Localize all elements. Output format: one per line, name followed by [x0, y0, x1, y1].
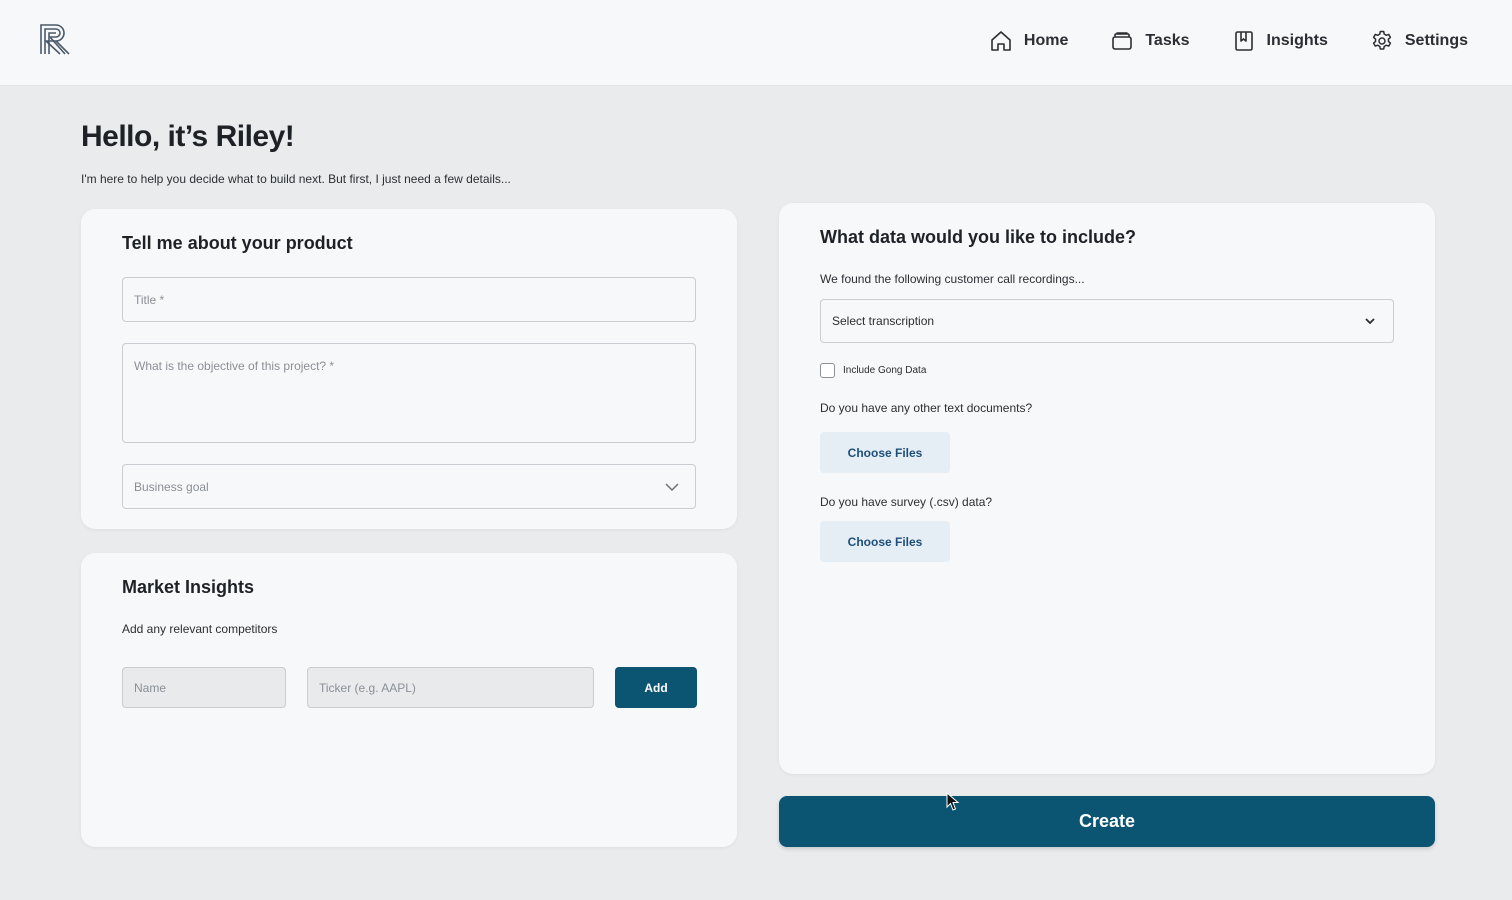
nav-insights[interactable]: Insights: [1232, 27, 1328, 55]
r-logo-icon[interactable]: [38, 22, 72, 56]
page-title: Hello, it’s Riley!: [81, 120, 295, 153]
add-competitor-button[interactable]: Add: [615, 667, 697, 708]
gong-data-label: Include Gong Data: [843, 365, 927, 376]
choose-text-files-button[interactable]: Choose Files: [820, 432, 950, 473]
chevron-down-icon: [665, 482, 679, 491]
top-navigation-bar: Home Tasks Insights Settings: [0, 0, 1512, 86]
choose-survey-files-button[interactable]: Choose Files: [820, 521, 950, 562]
competitor-ticker-input[interactable]: Ticker (e.g. AAPL): [307, 667, 594, 708]
survey-label: Do you have survey (.csv) data?: [820, 495, 993, 509]
nav-settings-label: Settings: [1404, 32, 1468, 49]
book-icon: [1234, 31, 1253, 51]
objective-textarea-placeholder: What is the objective of this project? *: [134, 359, 335, 373]
competitors-label: Add any relevant competitors: [122, 622, 278, 636]
create-button[interactable]: Create: [779, 796, 1435, 847]
gong-data-checkbox[interactable]: [820, 363, 835, 378]
tasks-icon: [1112, 32, 1133, 50]
competitor-name-input[interactable]: Name: [122, 667, 286, 708]
business-goal-placeholder: Business goal: [134, 479, 209, 494]
title-input[interactable]: Title *: [122, 277, 696, 322]
competitor-name-placeholder: Name: [134, 680, 167, 695]
nav-insights-label: Insights: [1266, 32, 1328, 49]
page-subtitle: I'm here to help you decide what to buil…: [81, 172, 511, 186]
nav-home-label: Home: [1023, 32, 1069, 49]
recordings-label: We found the following customer call rec…: [820, 272, 1085, 286]
objective-textarea[interactable]: What is the objective of this project? *: [122, 343, 696, 443]
market-card-title: Market Insights: [122, 577, 255, 597]
transcription-placeholder: Select transcription: [832, 314, 935, 328]
chevron-down-icon: [1365, 318, 1375, 325]
mouse-cursor-icon: [946, 792, 960, 811]
market-insights-card: Market Insights Add any relevant competi…: [81, 553, 737, 847]
data-card-title: What data would you like to include?: [820, 227, 1137, 247]
text-docs-label: Do you have any other text documents?: [820, 401, 1033, 415]
nav-tasks[interactable]: Tasks: [1110, 27, 1190, 55]
transcription-select[interactable]: Select transcription: [820, 299, 1394, 343]
data-card: What data would you like to include? We …: [779, 203, 1435, 774]
competitor-ticker-placeholder: Ticker (e.g. AAPL): [319, 680, 416, 695]
gear-icon: [1372, 30, 1392, 50]
nav-home[interactable]: Home: [989, 27, 1068, 55]
nav-settings[interactable]: Settings: [1370, 27, 1468, 55]
main-nav: Home Tasks Insights Settings: [989, 27, 1468, 55]
product-card-title: Tell me about your product: [122, 233, 353, 253]
business-goal-select[interactable]: Business goal: [122, 464, 696, 509]
product-card: Tell me about your product Title * What …: [81, 209, 737, 529]
home-icon: [991, 31, 1011, 51]
title-input-placeholder: Title *: [134, 292, 165, 307]
nav-tasks-label: Tasks: [1145, 32, 1190, 49]
